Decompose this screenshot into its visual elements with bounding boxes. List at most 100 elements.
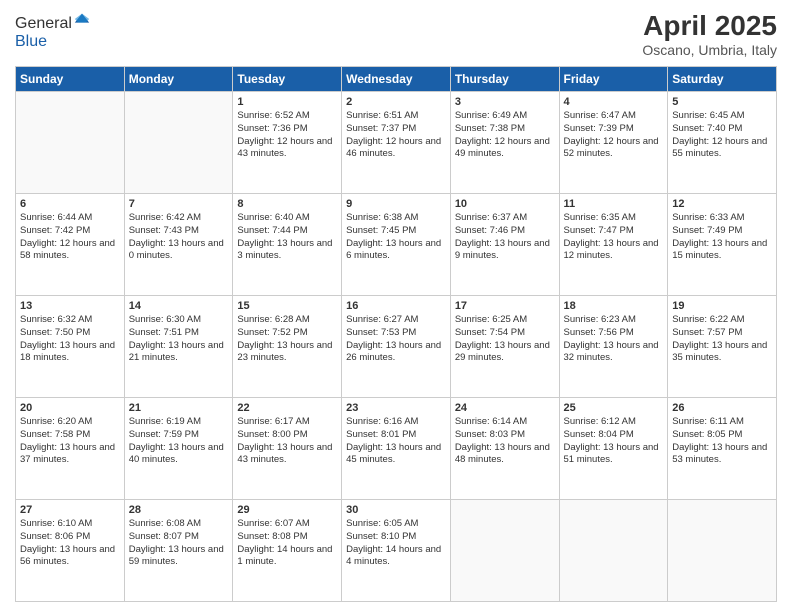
day-number: 10 (455, 198, 555, 210)
day-number: 23 (346, 402, 446, 414)
calendar-cell (16, 92, 125, 194)
day-info: Sunrise: 6:35 AM Sunset: 7:47 PM Dayligh… (564, 212, 664, 263)
day-of-week-header: Sunday (16, 67, 125, 92)
calendar-cell: 25 Sunrise: 6:12 AM Sunset: 8:04 PM Dayli… (559, 398, 668, 500)
day-info: Sunrise: 6:42 AM Sunset: 7:43 PM Dayligh… (129, 212, 229, 263)
calendar-cell (559, 500, 668, 602)
calendar-cell: 10 Sunrise: 6:37 AM Sunset: 7:46 PM Dayli… (450, 194, 559, 296)
calendar-cell: 15 Sunrise: 6:28 AM Sunset: 7:52 PM Dayli… (233, 296, 342, 398)
day-info: Sunrise: 6:44 AM Sunset: 7:42 PM Dayligh… (20, 212, 120, 263)
day-number: 29 (237, 504, 337, 516)
calendar-cell: 11 Sunrise: 6:35 AM Sunset: 7:47 PM Dayli… (559, 194, 668, 296)
calendar-cell (668, 500, 777, 602)
day-info: Sunrise: 6:40 AM Sunset: 7:44 PM Dayligh… (237, 212, 337, 263)
day-of-week-header: Monday (124, 67, 233, 92)
day-info: Sunrise: 6:28 AM Sunset: 7:52 PM Dayligh… (237, 314, 337, 365)
calendar-cell: 13Sunrise: 6:32 AM Sunset: 7:50 PM Dayli… (16, 296, 125, 398)
day-info: Sunrise: 6:20 AM Sunset: 7:58 PM Dayligh… (20, 416, 120, 467)
day-of-week-header: Saturday (668, 67, 777, 92)
day-number: 9 (346, 198, 446, 210)
calendar-cell: 14Sunrise: 6:30 AM Sunset: 7:51 PM Dayli… (124, 296, 233, 398)
day-of-week-header: Thursday (450, 67, 559, 92)
calendar-cell: 20 Sunrise: 6:20 AM Sunset: 7:58 PM Dayli… (16, 398, 125, 500)
day-number: 7 (129, 198, 229, 210)
day-info: Sunrise: 6:23 AM Sunset: 7:56 PM Dayligh… (564, 314, 664, 365)
day-of-week-header: Tuesday (233, 67, 342, 92)
calendar-header-row: SundayMondayTuesdayWednesdayThursdayFrid… (16, 67, 777, 92)
day-info: Sunrise: 6:08 AM Sunset: 8:07 PM Dayligh… (129, 518, 229, 569)
calendar-cell: 8 Sunrise: 6:40 AM Sunset: 7:44 PM Daylig… (233, 194, 342, 296)
calendar-cell: 9 Sunrise: 6:38 AM Sunset: 7:45 PM Daylig… (342, 194, 451, 296)
day-number: 27 (20, 504, 120, 516)
day-info: Sunrise: 6:22 AM Sunset: 7:57 PM Dayligh… (672, 314, 772, 365)
calendar-cell: 30 Sunrise: 6:05 AM Sunset: 8:10 PM Dayli… (342, 500, 451, 602)
logo: General Blue (15, 10, 91, 51)
calendar-week-row: 1 Sunrise: 6:52 AM Sunset: 7:36 PM Daylig… (16, 92, 777, 194)
calendar-cell: 17 Sunrise: 6:25 AM Sunset: 7:54 PM Dayli… (450, 296, 559, 398)
day-info: Sunrise: 6:05 AM Sunset: 8:10 PM Dayligh… (346, 518, 446, 569)
day-info: Sunrise: 6:10 AM Sunset: 8:06 PM Dayligh… (20, 518, 120, 569)
calendar-week-row: 20 Sunrise: 6:20 AM Sunset: 7:58 PM Dayli… (16, 398, 777, 500)
calendar-cell: 29Sunrise: 6:07 AM Sunset: 8:08 PM Dayli… (233, 500, 342, 602)
calendar-cell (124, 92, 233, 194)
day-of-week-header: Wednesday (342, 67, 451, 92)
day-number: 19 (672, 300, 772, 312)
day-info: Sunrise: 6:47 AM Sunset: 7:39 PM Dayligh… (564, 110, 664, 161)
day-info: Sunrise: 6:38 AM Sunset: 7:45 PM Dayligh… (346, 212, 446, 263)
day-number: 12 (672, 198, 772, 210)
day-number: 17 (455, 300, 555, 312)
calendar-cell: 28 Sunrise: 6:08 AM Sunset: 8:07 PM Dayli… (124, 500, 233, 602)
day-number: 8 (237, 198, 337, 210)
calendar-cell: 1 Sunrise: 6:52 AM Sunset: 7:36 PM Daylig… (233, 92, 342, 194)
logo-icon (73, 10, 91, 28)
calendar-week-row: 13Sunrise: 6:32 AM Sunset: 7:50 PM Dayli… (16, 296, 777, 398)
day-number: 11 (564, 198, 664, 210)
day-info: Sunrise: 6:37 AM Sunset: 7:46 PM Dayligh… (455, 212, 555, 263)
calendar-cell: 2 Sunrise: 6:51 AM Sunset: 7:37 PM Daylig… (342, 92, 451, 194)
calendar-cell: 16Sunrise: 6:27 AM Sunset: 7:53 PM Dayli… (342, 296, 451, 398)
calendar-cell: 4 Sunrise: 6:47 AM Sunset: 7:39 PM Daylig… (559, 92, 668, 194)
logo-general-text: General (15, 15, 72, 32)
day-info: Sunrise: 6:17 AM Sunset: 8:00 PM Dayligh… (237, 416, 337, 467)
day-number: 30 (346, 504, 446, 516)
calendar-cell: 21Sunrise: 6:19 AM Sunset: 7:59 PM Dayli… (124, 398, 233, 500)
day-info: Sunrise: 6:11 AM Sunset: 8:05 PM Dayligh… (672, 416, 772, 467)
calendar-cell: 7 Sunrise: 6:42 AM Sunset: 7:43 PM Daylig… (124, 194, 233, 296)
day-number: 4 (564, 96, 664, 108)
day-of-week-header: Friday (559, 67, 668, 92)
calendar-cell: 27 Sunrise: 6:10 AM Sunset: 8:06 PM Dayli… (16, 500, 125, 602)
day-number: 26 (672, 402, 772, 414)
day-number: 18 (564, 300, 664, 312)
day-info: Sunrise: 6:45 AM Sunset: 7:40 PM Dayligh… (672, 110, 772, 161)
day-info: Sunrise: 6:33 AM Sunset: 7:49 PM Dayligh… (672, 212, 772, 263)
day-number: 20 (20, 402, 120, 414)
day-info: Sunrise: 6:51 AM Sunset: 7:37 PM Dayligh… (346, 110, 446, 161)
calendar-week-row: 27 Sunrise: 6:10 AM Sunset: 8:06 PM Dayli… (16, 500, 777, 602)
day-number: 1 (237, 96, 337, 108)
day-number: 13 (20, 300, 120, 312)
day-info: Sunrise: 6:19 AM Sunset: 7:59 PM Dayligh… (129, 416, 229, 467)
month-year: April 2025 (642, 10, 777, 42)
location: Oscano, Umbria, Italy (642, 42, 777, 58)
day-number: 28 (129, 504, 229, 516)
day-number: 6 (20, 198, 120, 210)
day-number: 24 (455, 402, 555, 414)
day-info: Sunrise: 6:25 AM Sunset: 7:54 PM Dayligh… (455, 314, 555, 365)
day-number: 16 (346, 300, 446, 312)
day-info: Sunrise: 6:49 AM Sunset: 7:38 PM Dayligh… (455, 110, 555, 161)
day-info: Sunrise: 6:16 AM Sunset: 8:01 PM Dayligh… (346, 416, 446, 467)
day-number: 15 (237, 300, 337, 312)
day-info: Sunrise: 6:52 AM Sunset: 7:36 PM Dayligh… (237, 110, 337, 161)
calendar-cell: 12 Sunrise: 6:33 AM Sunset: 7:49 PM Dayli… (668, 194, 777, 296)
day-info: Sunrise: 6:12 AM Sunset: 8:04 PM Dayligh… (564, 416, 664, 467)
day-number: 2 (346, 96, 446, 108)
calendar-cell: 6 Sunrise: 6:44 AM Sunset: 7:42 PM Daylig… (16, 194, 125, 296)
calendar-cell: 24Sunrise: 6:14 AM Sunset: 8:03 PM Dayli… (450, 398, 559, 500)
day-number: 25 (564, 402, 664, 414)
day-number: 5 (672, 96, 772, 108)
calendar: SundayMondayTuesdayWednesdayThursdayFrid… (15, 66, 777, 602)
calendar-cell: 19 Sunrise: 6:22 AM Sunset: 7:57 PM Dayli… (668, 296, 777, 398)
day-info: Sunrise: 6:30 AM Sunset: 7:51 PM Dayligh… (129, 314, 229, 365)
day-number: 3 (455, 96, 555, 108)
calendar-week-row: 6 Sunrise: 6:44 AM Sunset: 7:42 PM Daylig… (16, 194, 777, 296)
